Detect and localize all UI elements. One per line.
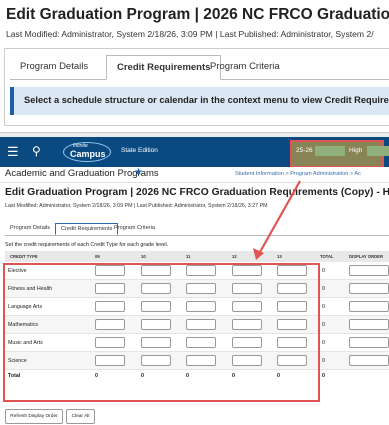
zoomed-header-panel: Edit Graduation Program | 2026 NC FRCO G… [0, 0, 389, 133]
grand-total: 0 [322, 373, 325, 379]
context-menu-notice: Select a schedule structure or calendar … [10, 87, 389, 115]
app-screenshot: ☰ ⚲ Infinite Campus State Edition 25-26 … [0, 137, 389, 425]
instruction-text: Set the credit requirements of each Cred… [5, 242, 169, 248]
display-order-input[interactable] [349, 265, 389, 276]
tab-program-criteria[interactable]: Program Criteria [109, 223, 160, 234]
redacted-block [315, 146, 345, 156]
zoomed-tab-bar: Program Details Credit Requirements Prog… [10, 55, 389, 80]
breadcrumb[interactable]: Student Information > Program Administra… [235, 171, 361, 177]
row-total: 0 [322, 340, 325, 346]
school-year-selector[interactable]: 25-26 [296, 147, 313, 154]
redacted-block [367, 146, 389, 156]
tab-program-details[interactable]: Program Details [5, 223, 55, 234]
favorite-star-icon[interactable]: ★ [134, 167, 143, 178]
clear-all-button[interactable]: Clear All [66, 409, 95, 424]
row-total: 0 [322, 322, 325, 328]
zoomed-page-title: Edit Graduation Program | 2026 NC FRCO G… [6, 6, 389, 23]
header-credit-type: CREDIT TYPE [10, 254, 38, 259]
display-order-input[interactable] [349, 283, 389, 294]
row-total: 0 [322, 268, 325, 274]
header-grade-13: 13 [277, 254, 282, 259]
display-order-input[interactable] [349, 301, 389, 312]
grid-header: CREDIT TYPE 09 10 11 12 13 TOTAL DISPLAY… [5, 251, 389, 262]
zoomed-tab-program-details[interactable]: Program Details [10, 55, 98, 78]
header-grade-11: 11 [186, 254, 191, 259]
grid-highlight-box [3, 263, 320, 402]
top-navigation-bar: ☰ ⚲ Infinite Campus State Edition 25-26 … [0, 137, 389, 168]
refresh-display-order-button[interactable]: Refresh Display Order [5, 409, 63, 424]
display-order-input[interactable] [349, 319, 389, 330]
display-order-input[interactable] [349, 337, 389, 348]
modified-info: Last Modified: Administrator, System 2/1… [5, 203, 268, 209]
menu-icon[interactable]: ☰ [7, 145, 19, 158]
page-header-bar: Academic and Graduation Programs ★ Stude… [0, 167, 389, 183]
header-total: TOTAL [320, 254, 334, 259]
edit-program-title: Edit Graduation Program | 2026 NC FRCO G… [5, 187, 389, 198]
header-grade-09: 09 [95, 254, 100, 259]
zoomed-tab-program-criteria[interactable]: Program Criteria [200, 55, 290, 78]
header-grade-12: 12 [232, 254, 237, 259]
display-order-input[interactable] [349, 355, 389, 366]
zoomed-modified-info: Last Modified: Administrator, System 2/1… [6, 29, 374, 39]
school-selector[interactable]: High [349, 147, 362, 154]
notice-text: Select a schedule structure or calendar … [24, 95, 389, 105]
row-total: 0 [322, 358, 325, 364]
row-total: 0 [322, 304, 325, 310]
search-icon[interactable]: ⚲ [32, 145, 41, 158]
header-grade-10: 10 [141, 254, 146, 259]
header-display-order: DISPLAY ORDER [349, 254, 383, 259]
edition-label: State Edition [121, 147, 158, 154]
tab-bar: Program Details Credit Requirements Prog… [5, 223, 389, 236]
infinite-campus-logo: Infinite Campus [63, 141, 111, 163]
row-total: 0 [322, 286, 325, 292]
